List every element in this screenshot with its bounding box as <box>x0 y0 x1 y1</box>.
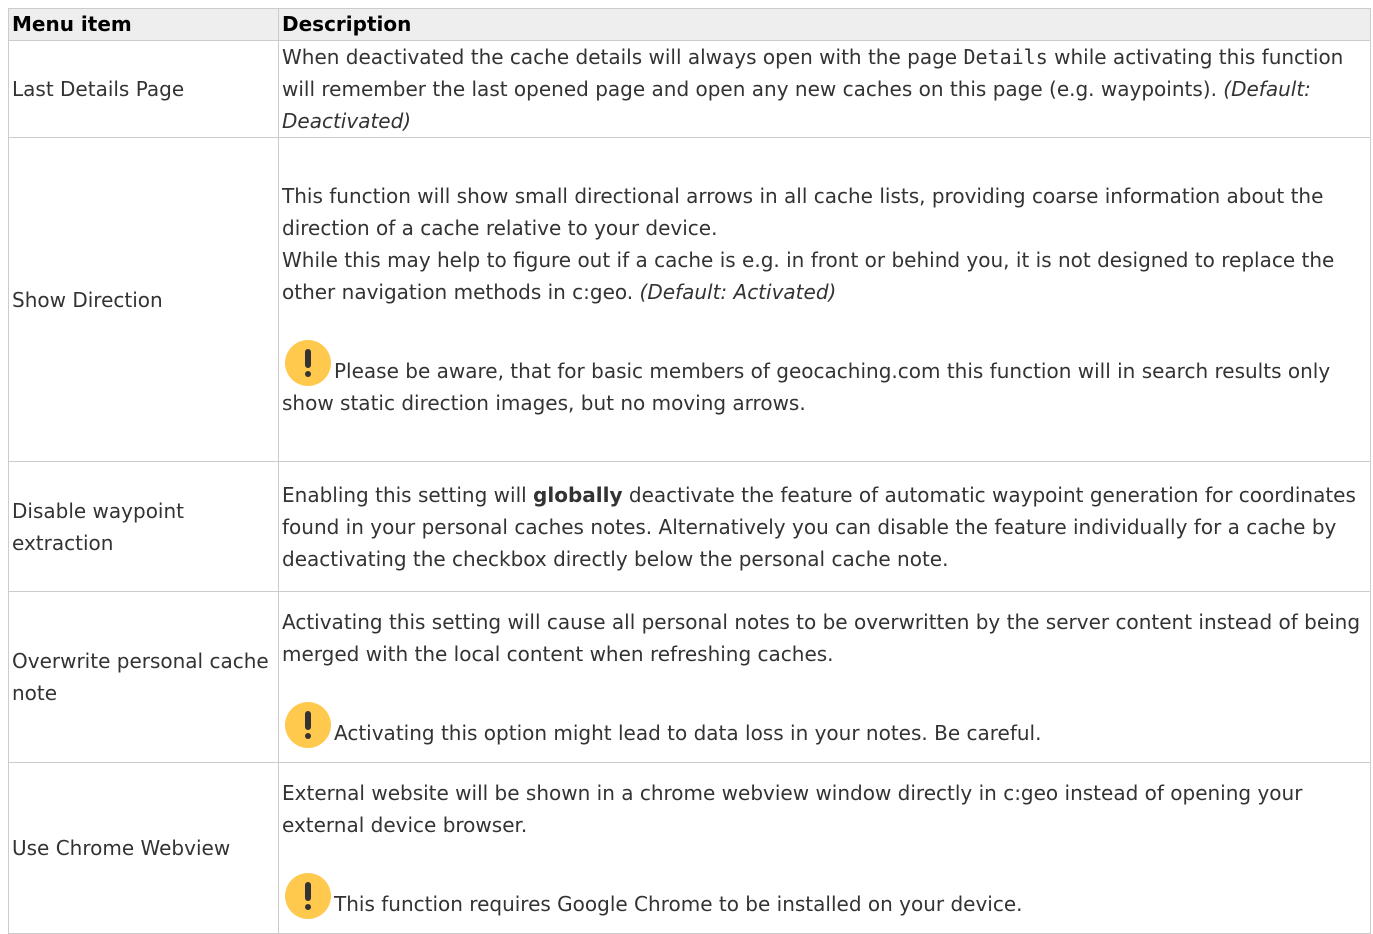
table-header-row: Menu item Description <box>8 8 1371 41</box>
header-menu-item: Menu item <box>8 8 279 41</box>
table-row: Disable waypoint extraction Enabling thi… <box>8 461 1371 592</box>
warning-text: This function requires Google Chrome to … <box>334 891 1023 916</box>
header-description: Description <box>278 8 1371 41</box>
description-paragraph: External website will be shown in a chro… <box>282 780 1303 837</box>
table-row: Overwrite personal cache note Activating… <box>8 591 1371 763</box>
menu-item-overwrite-personal-cache-note: Overwrite personal cache note <box>8 591 279 763</box>
exclamation-warning-icon <box>285 872 331 919</box>
menu-item-disable-waypoint-extraction: Disable waypoint extraction <box>8 461 279 592</box>
table-row: Show Direction This function will show s… <box>8 137 1371 462</box>
menu-item-use-chrome-webview: Use Chrome Webview <box>8 762 279 934</box>
warning-note: Please be aware, that for basic members … <box>282 340 1367 419</box>
description-text: When deactivated the cache details will … <box>282 45 964 69</box>
description-disable-waypoint-extraction: Enabling this setting will globally deac… <box>278 461 1371 592</box>
details-code: Details <box>963 45 1048 69</box>
warning-note: This function requires Google Chrome to … <box>282 872 1367 920</box>
exclamation-warning-icon <box>285 701 331 748</box>
description-show-direction: This function will show small directiona… <box>278 137 1371 462</box>
warning-text: Activating this option might lead to dat… <box>334 720 1042 745</box>
warning-note: Activating this option might lead to dat… <box>282 701 1367 749</box>
description-last-details-page: When deactivated the cache details will … <box>278 40 1371 138</box>
menu-item-show-direction: Show Direction <box>8 137 279 462</box>
menu-item-last-details-page: Last Details Page <box>8 40 279 138</box>
globally-emphasis: globally <box>533 482 623 507</box>
description-paragraph: Activating this setting will cause all p… <box>282 609 1361 666</box>
description-use-chrome-webview: External website will be shown in a chro… <box>278 762 1371 934</box>
table-row: Use Chrome Webview External website will… <box>8 762 1371 934</box>
settings-table: Menu item Description Last Details Page … <box>8 8 1371 934</box>
warning-text: Please be aware, that for basic members … <box>282 359 1331 415</box>
description-paragraph: This function will show small directiona… <box>282 180 1367 308</box>
description-text: This function will show small directiona… <box>282 184 1324 240</box>
exclamation-warning-icon <box>285 340 331 386</box>
table-row: Last Details Page When deactivated the c… <box>8 40 1371 138</box>
default-value: (Default: Activated) <box>639 280 837 304</box>
description-overwrite-personal-cache-note: Activating this setting will cause all p… <box>278 591 1371 763</box>
description-text: Enabling this setting will <box>282 482 534 507</box>
